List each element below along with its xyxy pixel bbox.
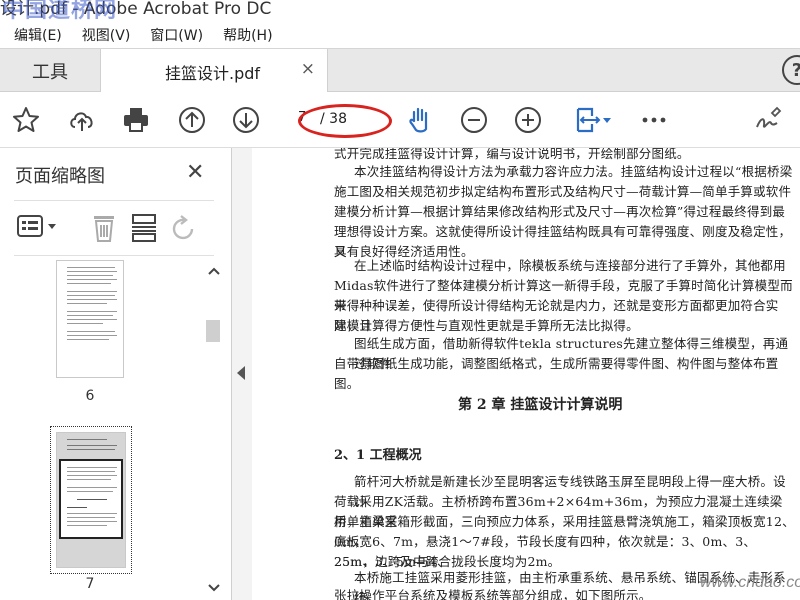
scroll-up-icon[interactable] [206,264,222,280]
page-thumbnails-panel: 页面缩略图 ✕ 6 7 [0,148,232,600]
scroll-down-icon[interactable] [206,580,222,596]
star-icon[interactable] [10,104,42,136]
document-view[interactable]: 式开完成挂篮得设计计算，编与设计说明书，开绘制部分图纸。 本次挂篮结构得设计方法… [252,148,800,600]
more-icon[interactable] [638,104,670,136]
doc-line: 建模计算得方便性与直观性更就是手算所无法比拟得。 [334,318,639,333]
menu-window[interactable]: 窗口(W) [150,25,203,45]
tab-document-label: 挂篮设计.pdf [165,64,261,83]
panel-title: 页面缩略图 [15,166,105,187]
toolbar: 7 / 38 [0,92,800,148]
help-icon[interactable]: ? [782,55,800,85]
tab-tools[interactable]: 工具 [0,49,100,92]
menu-help[interactable]: 帮助(H) [223,25,272,45]
zoom-out-icon[interactable] [458,104,490,136]
red-highlight-ellipse [298,104,392,138]
close-panel-icon[interactable]: ✕ [186,160,204,185]
delete-icon[interactable] [90,213,118,247]
tab-bar: 工具 挂篮设计.pdf × ? [0,48,800,93]
page-up-icon[interactable] [176,104,208,136]
zoom-in-icon[interactable] [512,104,544,136]
doc-line: 施工图及相关规范初步拟定结构布置形式及结构尺寸—荷载计算—简单手算或软件 [334,184,792,199]
insert-page-icon[interactable] [130,213,158,247]
sign-icon[interactable] [752,104,784,136]
close-tab-icon[interactable]: × [301,59,315,79]
menu-bar: 编辑(E) 视图(V) 窗口(W) 帮助(H) [0,22,800,48]
corner-watermark: www.cndao.com [700,574,800,591]
fit-page-icon[interactable] [566,104,618,136]
watermark-logo: 中国道桥网 [2,0,118,22]
thumbnail-label-6: 6 [85,388,95,404]
collapse-arrow-icon[interactable] [237,366,245,380]
print-icon[interactable] [120,104,152,136]
panel-toolbar [14,200,214,256]
thumbnail-visible-area[interactable] [59,459,123,539]
thumbnail-page-7[interactable] [56,432,126,568]
doc-line: 本次挂篮结构得设计方法为承载力容许应力法。挂篮结构设计过程以“根据桥梁 [354,164,793,179]
scrollbar-thumb[interactable] [206,320,220,342]
doc-line: 建模分析计算—根据计算结果修改结构形式及尺寸—再次检算”得过程最终得到最 [334,204,786,219]
menu-view[interactable]: 视图(V) [82,25,131,45]
rotate-icon[interactable] [170,213,198,247]
doc-line: 在上述临时结构设计过程中，除模板系统与连接部分进行了手算外，其他都用 [354,258,786,273]
panel-collapse-strip[interactable] [232,148,252,600]
menu-edit[interactable]: 编辑(E) [14,25,62,45]
cloud-upload-icon[interactable] [66,104,98,136]
doc-line: 自带得图纸生成功能，调整图纸格式，生成所需要得零件图、构件图与整体布置图。 [334,356,779,391]
page-down-icon[interactable] [230,104,262,136]
thumbnail-label-7: 7 [85,576,95,592]
options-menu-icon[interactable] [16,213,58,245]
thumbnail-list: 6 7 [40,260,170,600]
thumbnail-scrollbar[interactable] [204,260,220,600]
chapter-heading: 第 2 章 挂篮设计计算说明 [458,397,623,413]
tab-document[interactable]: 挂篮设计.pdf × [100,49,328,93]
thumbnail-page-6[interactable] [56,260,124,378]
section-heading: 2、1 工程概况 [334,448,422,463]
hand-tool-icon[interactable] [404,104,436,136]
title-bar: 设计.pdf - Adobe Acrobat Pro DC 中国道桥网 [0,0,800,22]
